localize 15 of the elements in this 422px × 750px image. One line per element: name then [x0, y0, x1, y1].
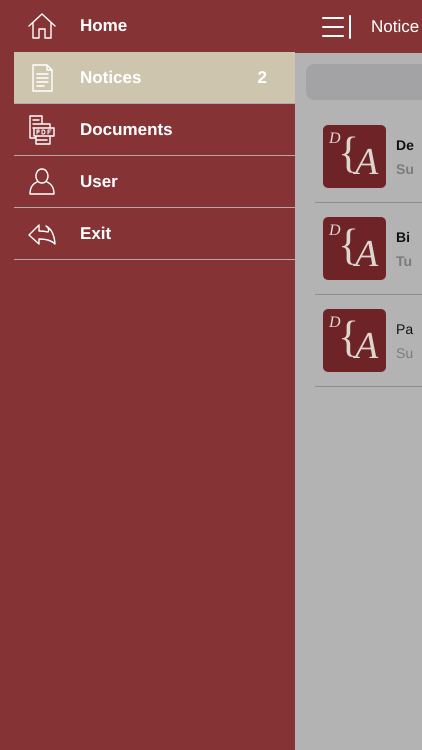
- menu-label: Home: [80, 16, 128, 36]
- notice-subtitle: Tu: [396, 252, 412, 268]
- menu-label: User: [80, 172, 119, 192]
- notice-title: Bi: [396, 228, 411, 244]
- header-title: Notice: [371, 16, 420, 36]
- notice-title: De: [396, 136, 414, 152]
- notice-title: Pa: [396, 320, 414, 336]
- menu-label: Exit: [80, 224, 112, 244]
- count-label: 2: [258, 68, 267, 88]
- menu-item[interactable]: Home: [0, 0, 295, 52]
- notice-subtitle: Su: [396, 160, 414, 176]
- menu-label: Notices: [80, 68, 142, 88]
- notice-subtitle: Su: [396, 344, 414, 360]
- menu-label: Documents: [80, 120, 174, 140]
- menu-item[interactable]: Documents: [14, 104, 295, 156]
